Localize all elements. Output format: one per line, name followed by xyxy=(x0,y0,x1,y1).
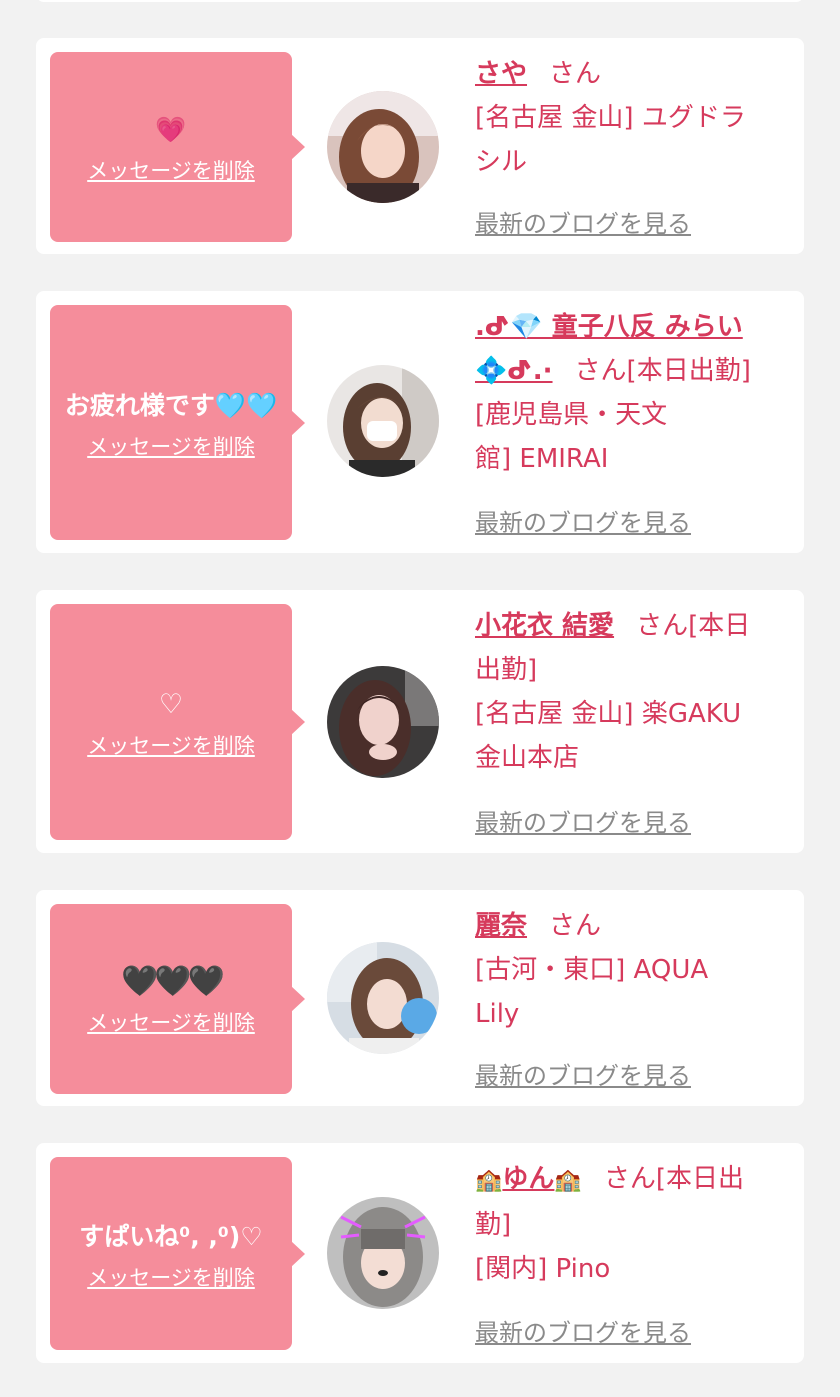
shop-name: [古河・東口] AQUA Lily xyxy=(475,955,709,1029)
shop-name: [名古屋 金山] 楽GAKU 金山本店 xyxy=(475,699,742,773)
message-card: すぱいね⁰, ,⁰)♡ メッセージを削除 🏫ゆん🏫 さん[本日出 勤] [関内] … xyxy=(36,1143,804,1363)
honorific: さん xyxy=(574,356,627,386)
shop-name: [鹿児島県・天文 館] EMIRAI xyxy=(475,400,668,474)
message-card: ♡ メッセージを削除 小花衣 結愛 さん[本日 出勤] [名古屋 金山] 楽GAK… xyxy=(36,590,804,853)
attendance-status: [本日 xyxy=(688,611,751,641)
school-icon: 🏫 xyxy=(554,1168,582,1193)
honorific: さん xyxy=(603,1164,656,1194)
message-text: すぱいね⁰, ,⁰)♡ xyxy=(79,1221,263,1251)
message-text: 🖤🖤🖤 xyxy=(120,964,225,999)
cast-name-link[interactable]: ゆん xyxy=(502,1164,554,1194)
message-bubble: お疲れ様です🩵🩵 メッセージを削除 xyxy=(50,305,305,540)
attendance-status-continued: 勤] xyxy=(475,1210,512,1240)
latest-blog-link[interactable]: 最新のブログを見る xyxy=(475,803,691,838)
message-bubble: 💗 メッセージを削除 xyxy=(50,52,305,242)
attendance-status: [本日出 xyxy=(655,1164,744,1194)
avatar[interactable] xyxy=(327,1197,439,1309)
delete-message-link[interactable]: メッセージを削除 xyxy=(87,431,255,461)
message-bubble: 🖤🖤🖤 メッセージを削除 xyxy=(50,904,305,1094)
cast-name-link[interactable]: さや xyxy=(475,59,527,89)
cast-name-link[interactable]: 麗奈 xyxy=(475,911,527,941)
latest-blog-link[interactable]: 最新のブログを見る xyxy=(475,1313,691,1348)
delete-message-link[interactable]: メッセージを削除 xyxy=(87,730,255,760)
delete-message-link[interactable]: メッセージを削除 xyxy=(87,1262,255,1292)
delete-message-link[interactable]: メッセージを削除 xyxy=(87,1007,255,1037)
message-card: 💗 メッセージを削除 さや さん [名古屋 金山] ユグドラ シル 最新のブログを… xyxy=(36,38,804,254)
avatar[interactable] xyxy=(327,666,439,778)
avatar[interactable] xyxy=(327,942,439,1054)
message-bubble: すぱいね⁰, ,⁰)♡ メッセージを削除 xyxy=(50,1157,305,1350)
shop-name: [名古屋 金山] ユグドラ シル xyxy=(475,103,746,177)
message-text: 💗 xyxy=(155,115,187,144)
latest-blog-link[interactable]: 最新のブログを見る xyxy=(475,1056,691,1091)
message-text: お疲れ様です🩵🩵 xyxy=(64,390,278,420)
honorific: さん xyxy=(549,911,602,941)
previous-card-edge xyxy=(36,0,804,2)
honorific: さん xyxy=(636,611,689,641)
cast-name-link[interactable]: 小花衣 結愛 xyxy=(475,611,614,641)
attendance-status: [本日出勤] xyxy=(626,356,751,386)
cast-name-link-continued[interactable]: 💠ᕷ.· xyxy=(475,356,553,386)
delete-message-link[interactable]: メッセージを削除 xyxy=(87,155,255,185)
message-bubble: ♡ メッセージを削除 xyxy=(50,604,305,840)
shop-name: [関内] Pino xyxy=(475,1254,611,1284)
avatar[interactable] xyxy=(327,365,439,477)
cast-name-link[interactable]: .ᕷ💎 童子八反 みらい xyxy=(475,312,743,342)
message-card: お疲れ様です🩵🩵 メッセージを削除 .ᕷ💎 童子八反 みらい 💠ᕷ.· さん[本日… xyxy=(36,291,804,553)
message-text: ♡ xyxy=(158,689,184,720)
avatar[interactable] xyxy=(327,91,439,203)
honorific: さん xyxy=(549,59,602,89)
school-icon: 🏫 xyxy=(475,1168,503,1193)
latest-blog-link[interactable]: 最新のブログを見る xyxy=(475,204,691,239)
message-card: 🖤🖤🖤 メッセージを削除 麗奈 さん [古河・東口] AQUA Lily 最新のブ… xyxy=(36,890,804,1106)
latest-blog-link[interactable]: 最新のブログを見る xyxy=(475,503,691,538)
attendance-status-continued: 出勤] xyxy=(475,655,538,685)
